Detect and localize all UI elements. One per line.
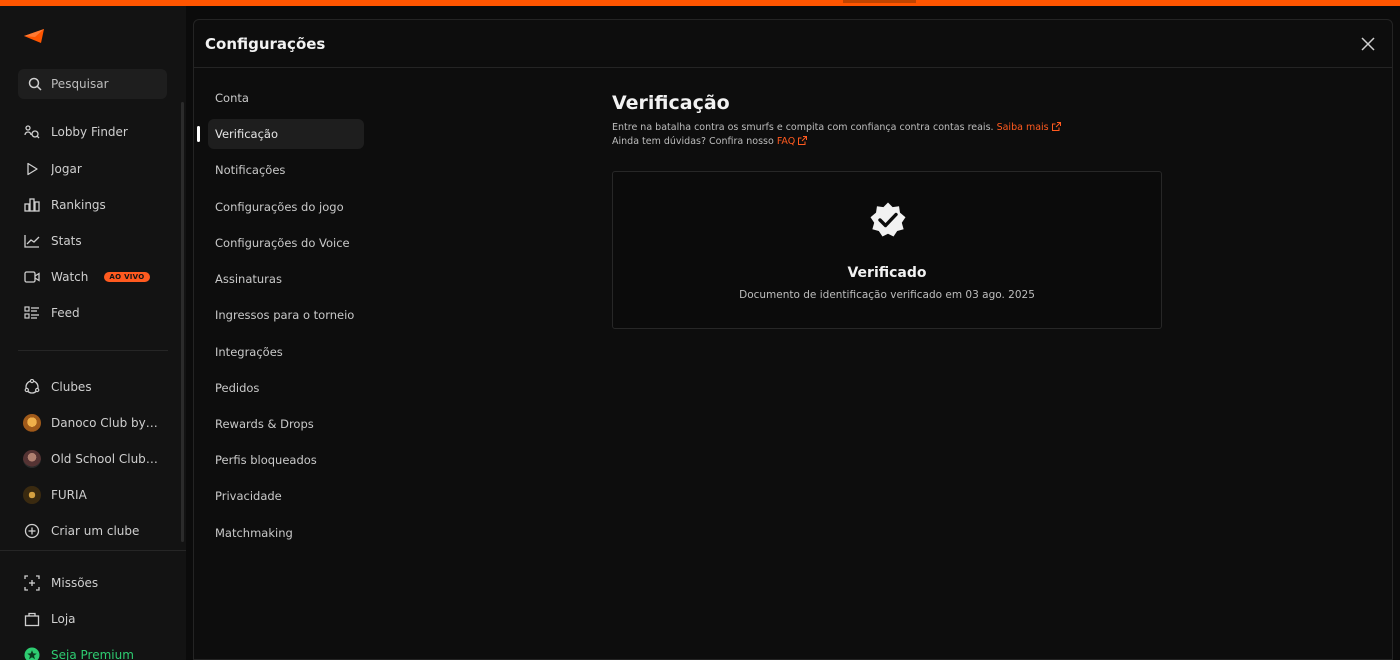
club-avatar (23, 414, 41, 432)
premium-icon (23, 646, 41, 660)
settings-tab-config-voice[interactable]: Configurações do Voice (208, 228, 364, 258)
nav-label: Jogar (51, 162, 82, 176)
club-avatar (23, 486, 41, 504)
nav-label: Missões (51, 576, 99, 590)
verification-status: Verificado (847, 265, 927, 281)
settings-tab-verificacao[interactable]: Verificação (208, 119, 364, 149)
nav-watch[interactable]: Watch AO VIVO (18, 263, 178, 291)
settings-tab-integracoes[interactable]: Integrações (208, 337, 364, 367)
missions-icon (23, 574, 41, 592)
club-furia[interactable]: FURIA (18, 481, 178, 509)
settings-tab-perfis-bloqueados[interactable]: Perfis bloqueados (208, 445, 364, 475)
nav-stats[interactable]: Stats (18, 227, 178, 255)
close-icon (1361, 37, 1375, 51)
club-danoco[interactable]: Danoco Club by K... (18, 409, 178, 437)
external-link-icon (1051, 122, 1061, 131)
settings-tab-notificacoes[interactable]: Notificações (208, 155, 364, 185)
faceit-logo[interactable] (24, 28, 44, 44)
nav-label: Lobby Finder (51, 125, 128, 139)
top-accent-bar (0, 0, 1400, 6)
nav-label: Clubes (51, 380, 92, 394)
faq-line: Ainda tem dúvidas? Confira nosso FAQ (612, 136, 1172, 147)
modal-title: Configurações (205, 35, 326, 53)
nav-clubes[interactable]: Clubes (18, 373, 178, 401)
learn-more-label: Saiba mais (996, 122, 1049, 133)
live-badge: AO VIVO (104, 272, 150, 282)
nav-label: Watch (51, 270, 89, 284)
faq-link[interactable]: FAQ (776, 136, 808, 147)
plus-circle-icon (23, 522, 41, 540)
faq-text: Ainda tem dúvidas? Confira nosso (612, 136, 774, 147)
sidebar-divider (18, 350, 168, 351)
settings-modal: Configurações Conta Verificação Notifica… (193, 19, 1393, 660)
nav-label: FURIA (51, 488, 87, 502)
app-sidebar: Pesquisar Lobby Finder Jogar Rankings St… (0, 6, 186, 660)
settings-tab-assinaturas[interactable]: Assinaturas (208, 264, 364, 294)
sidebar-divider (0, 550, 186, 551)
section-description: Entre na batalha contra os smurfs e comp… (612, 122, 1172, 133)
verification-status-card: Verificado Documento de identificação ve… (612, 171, 1162, 329)
learn-more-link[interactable]: Saiba mais (997, 122, 1061, 133)
active-indicator (197, 126, 200, 142)
verification-section: Verificação Entre na batalha contra os s… (612, 92, 1172, 147)
sidebar-scrollbar[interactable] (181, 102, 184, 542)
settings-tab-matchmaking[interactable]: Matchmaking (208, 518, 364, 548)
settings-tab-conta[interactable]: Conta (208, 83, 364, 113)
nav-label: Criar um clube (51, 524, 140, 538)
external-link-icon (798, 136, 808, 145)
nav-jogar[interactable]: Jogar (18, 155, 178, 183)
nav-feed[interactable]: Feed (18, 299, 178, 327)
nav-label: Feed (51, 306, 80, 320)
nav-label: Rankings (51, 198, 106, 212)
watch-icon (23, 268, 41, 286)
create-club-button[interactable]: Criar um clube (18, 517, 178, 545)
clubs-icon (23, 378, 41, 396)
shop-icon (23, 610, 41, 628)
nav-label: Loja (51, 612, 76, 626)
nav-label: Danoco Club by K... (51, 416, 161, 430)
description-text: Entre na batalha contra os smurfs e comp… (612, 122, 994, 133)
verification-description: Documento de identificação verificado em… (739, 289, 1035, 301)
search-icon (26, 75, 44, 93)
search-button[interactable]: Pesquisar (18, 69, 167, 99)
nav-label: Seja Premium (51, 648, 134, 660)
top-bar-notch (843, 0, 916, 3)
rankings-icon (23, 196, 41, 214)
search-label: Pesquisar (51, 77, 109, 91)
verified-badge-icon (867, 199, 909, 241)
nav-label: Old School Club by... (51, 452, 161, 466)
faq-label: FAQ (776, 136, 796, 147)
close-button[interactable] (1359, 35, 1377, 53)
lobby-finder-icon (23, 123, 41, 141)
settings-tab-rewards[interactable]: Rewards & Drops (208, 409, 364, 439)
club-avatar (23, 450, 41, 468)
club-old-school[interactable]: Old School Club by... (18, 445, 178, 473)
nav-rankings[interactable]: Rankings (18, 191, 178, 219)
nav-missoes[interactable]: Missões (18, 569, 178, 597)
settings-tab-config-jogo[interactable]: Configurações do jogo (208, 192, 364, 222)
nav-label: Stats (51, 234, 82, 248)
modal-header: Configurações (194, 20, 1392, 68)
stats-icon (23, 232, 41, 250)
play-icon (23, 160, 41, 178)
section-title: Verificação (612, 92, 730, 114)
settings-tab-privacidade[interactable]: Privacidade (208, 481, 364, 511)
nav-loja[interactable]: Loja (18, 605, 178, 633)
settings-tab-ingressos[interactable]: Ingressos para o torneio (208, 300, 364, 330)
nav-premium[interactable]: Seja Premium (18, 641, 178, 660)
nav-lobby-finder[interactable]: Lobby Finder (18, 118, 178, 146)
feed-icon (23, 304, 41, 322)
settings-tab-pedidos[interactable]: Pedidos (208, 373, 364, 403)
